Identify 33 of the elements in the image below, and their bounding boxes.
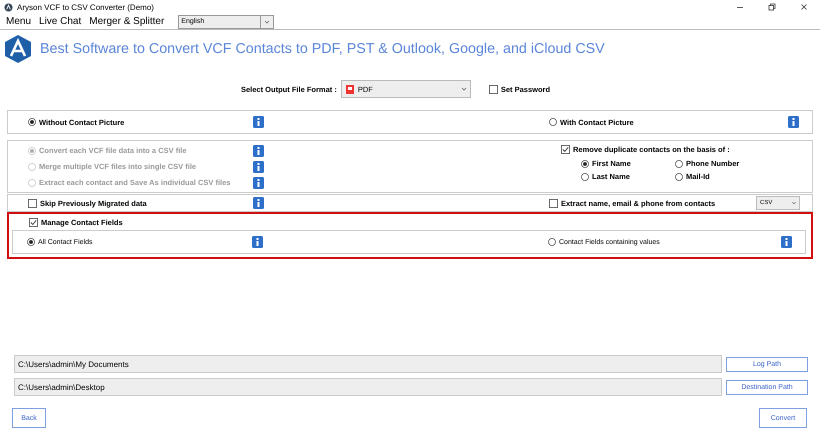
info-icon[interactable] (253, 144, 264, 156)
radio-button[interactable] (27, 238, 35, 246)
window-title: Aryson VCF to CSV Converter (Demo) (17, 2, 155, 12)
path-field[interactable]: C:\Users\admin\My Documents (14, 355, 722, 373)
radio-button[interactable] (675, 160, 683, 168)
checkbox[interactable] (488, 84, 498, 94)
info-icon[interactable] (253, 116, 264, 128)
page-heading: Best Software to Convert VCF Contacts to PDF, PST & Outlook, Google, and iCloud CSV (40, 41, 605, 57)
checkbox[interactable] (561, 145, 570, 154)
checkbox[interactable] (29, 218, 38, 227)
radio-button[interactable] (28, 118, 36, 126)
menu-item[interactable]: Live Chat (39, 16, 82, 27)
app-icon (4, 2, 13, 12)
logo-icon (4, 34, 32, 64)
close-icon[interactable] (799, 2, 809, 12)
radio-button[interactable] (581, 160, 589, 168)
checkbox[interactable] (28, 198, 37, 208)
info-icon[interactable] (781, 236, 792, 248)
radio-button[interactable] (581, 172, 589, 180)
info-icon[interactable] (253, 160, 264, 172)
info-icon[interactable] (788, 116, 799, 128)
info-icon[interactable] (253, 176, 264, 188)
radio-button[interactable] (548, 238, 556, 246)
radio-button[interactable] (675, 172, 683, 180)
menu-item[interactable]: Merger & Splitter (89, 16, 164, 27)
info-icon[interactable] (253, 197, 264, 209)
checkbox[interactable] (549, 198, 558, 208)
radio-button[interactable] (549, 118, 557, 126)
pdf-icon (346, 84, 354, 94)
info-icon[interactable] (252, 236, 263, 248)
path-field[interactable]: C:\Users\admin\Desktop (14, 378, 722, 396)
menu-item[interactable]: Menu (6, 16, 32, 27)
restore-icon[interactable] (767, 2, 777, 12)
